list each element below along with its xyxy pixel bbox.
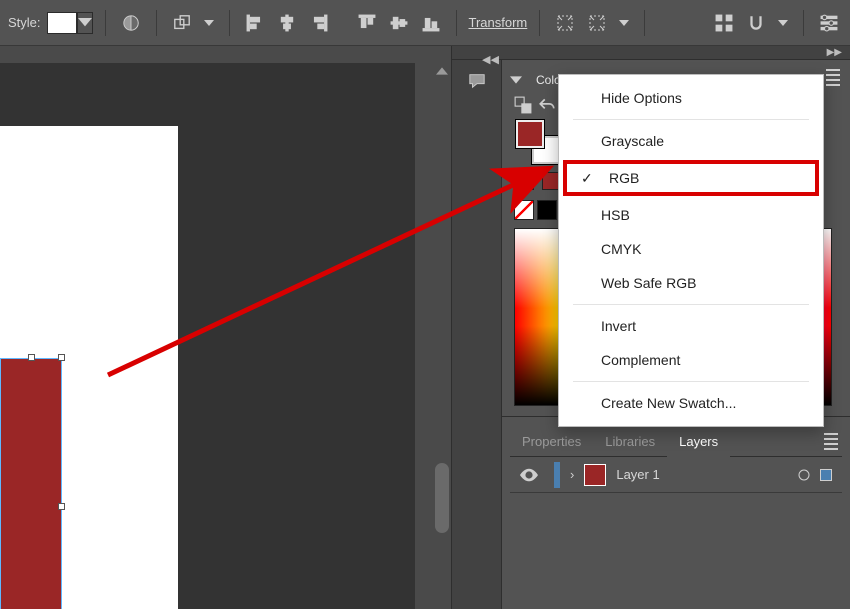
warp-icon[interactable] <box>552 10 578 36</box>
visibility-icon[interactable] <box>520 466 538 484</box>
selection-handle[interactable] <box>28 354 35 361</box>
swatch-black[interactable] <box>537 200 557 220</box>
vertical-scrollbar[interactable] <box>433 63 451 609</box>
expand-arrows-icon[interactable]: ▶▶ <box>827 47 842 58</box>
style-swatch[interactable] <box>47 12 77 34</box>
menu-invert[interactable]: Invert <box>559 309 823 343</box>
foreground-background-swatch[interactable] <box>516 120 560 164</box>
foreground-color-swatch[interactable] <box>516 120 544 148</box>
align-bottom-icon[interactable] <box>418 10 444 36</box>
align-hcenter-icon[interactable] <box>274 10 300 36</box>
selection-handle[interactable] <box>58 503 65 510</box>
swatch-none[interactable] <box>514 200 534 220</box>
panel-collapse-icon[interactable] <box>510 74 522 86</box>
align-top-icon[interactable] <box>354 10 380 36</box>
options-bar: Style: Transform <box>0 0 850 46</box>
perspective-icon[interactable] <box>584 10 610 36</box>
align-right-icon[interactable] <box>306 10 332 36</box>
swap-colors-icon[interactable] <box>514 96 532 114</box>
layer-row[interactable]: › Layer 1 <box>510 457 842 493</box>
extra-options-icon[interactable] <box>816 10 842 36</box>
align-left-icon[interactable] <box>242 10 268 36</box>
menu-hsb[interactable]: HSB <box>559 198 823 232</box>
panel-icon-strip <box>452 60 502 609</box>
style-dropdown[interactable] <box>77 12 93 34</box>
selection-handle[interactable] <box>58 354 65 361</box>
perspective-dropdown[interactable] <box>616 12 632 34</box>
bottom-panel-tabs: Properties Libraries Layers <box>510 427 842 457</box>
path-ops-icon[interactable] <box>169 10 195 36</box>
no-color-swatch[interactable] <box>516 172 534 190</box>
layer-thumbnail[interactable] <box>584 464 606 486</box>
layer-target-icon[interactable] <box>798 469 810 481</box>
menu-grayscale[interactable]: Grayscale <box>559 124 823 158</box>
tab-layers[interactable]: Layers <box>667 427 730 457</box>
layer-select-indicator[interactable] <box>820 469 832 481</box>
tab-properties[interactable]: Properties <box>510 427 593 457</box>
menu-rgb[interactable]: ✓RGB <box>563 160 819 196</box>
color-mode-context-menu: Hide Options Grayscale ✓RGB HSB CMYK Web… <box>558 74 824 427</box>
transform-button[interactable]: Transform <box>469 15 528 30</box>
menu-cmyk[interactable]: CMYK <box>559 232 823 266</box>
panel-menu-button[interactable] <box>822 68 844 86</box>
menu-create-swatch[interactable]: Create New Swatch... <box>559 386 823 420</box>
tab-libraries[interactable]: Libraries <box>593 427 667 457</box>
collapse-left-indicator[interactable]: ◀◀ <box>482 53 499 66</box>
menu-web-safe-rgb[interactable]: Web Safe RGB <box>559 266 823 300</box>
align-vcenter-icon[interactable] <box>386 10 412 36</box>
menu-hide-options[interactable]: Hide Options <box>559 81 823 115</box>
comment-icon[interactable] <box>464 68 490 94</box>
layer-color-indicator <box>554 462 560 488</box>
style-label: Style: <box>8 15 41 30</box>
checkmark-icon: ✓ <box>581 170 593 187</box>
layer-expand-icon[interactable]: › <box>570 467 574 482</box>
scrollbar-thumb[interactable] <box>435 463 449 533</box>
snap-icon[interactable] <box>743 10 769 36</box>
arrange-icon[interactable] <box>711 10 737 36</box>
layer-name[interactable]: Layer 1 <box>616 467 659 482</box>
undo-icon[interactable] <box>538 96 556 114</box>
canvas-area <box>0 46 452 609</box>
path-ops-dropdown[interactable] <box>201 12 217 34</box>
panel-collapse-strip: ▶▶ <box>452 46 850 60</box>
menu-complement[interactable]: Complement <box>559 343 823 377</box>
layers-menu-button[interactable] <box>820 433 842 451</box>
selected-rectangle[interactable] <box>0 358 62 609</box>
fill-icon[interactable] <box>118 10 144 36</box>
snap-dropdown[interactable] <box>775 12 791 34</box>
